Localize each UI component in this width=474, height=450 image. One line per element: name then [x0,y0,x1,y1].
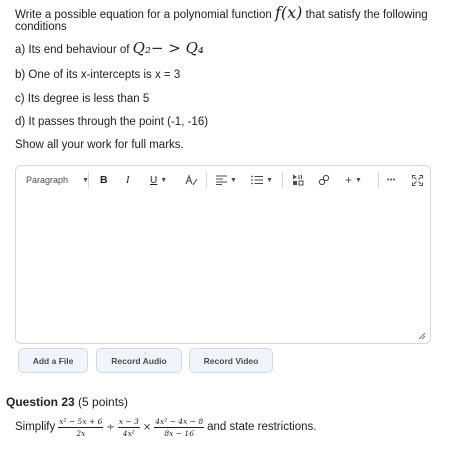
condition-a-text: a) Its end behaviour of [15,44,133,56]
bold-icon: B [100,174,108,186]
record-audio-button[interactable]: Record Audio [96,348,182,373]
fraction-1: x² − 5x + 6 2x [58,416,104,438]
question-intro: Write a possible equation for a polynomi… [15,3,465,22]
fraction-3-numerator: 4x² − 4x − 8 [154,416,205,428]
multiply-symbol: × [142,421,152,433]
simplify-label: Simplify [15,421,56,433]
divide-symbol: ÷ [106,421,115,433]
toolbar-divider [88,172,89,188]
toolbar-divider [206,172,207,188]
fullscreen-icon [412,174,423,186]
end-behaviour-math: Q₂− > Q₄ [132,39,204,57]
instruction-text: Show all your work for full marks. [15,139,184,151]
align-left-icon [216,175,227,185]
more-icon: ••• [387,176,396,184]
fraction-1-denominator: 2x [76,428,86,438]
insert-link-button[interactable] [318,173,330,187]
italic-button[interactable]: I [126,173,130,187]
fraction-3-denominator: 8x − 16 [164,428,194,438]
condition-a: a) Its end behaviour of Q₂− > Q₄ [15,41,204,57]
bold-button[interactable]: B [100,173,108,187]
condition-b: b) One of its x-intercepts is x = 3 [15,69,181,81]
record-video-button[interactable]: Record Video [189,348,273,373]
editor-toolbar: Paragraph ▼ B I U ▼ ▼ ▼ + ▼ ••• [16,166,430,195]
condition-c: c) Its degree is less than 5 [15,93,150,105]
bullet-list-icon [251,175,263,185]
editor-content-area[interactable] [16,195,430,343]
fullscreen-button[interactable] [412,173,423,187]
toolbar-divider [378,172,379,188]
chevron-down-icon: ▼ [160,176,168,184]
question-23-header: Question 23 (5 points) [6,395,128,409]
fraction-2: x − 3 4x² [117,416,140,438]
intro-text-after: that satisfy the following [302,9,428,21]
font-color-icon [185,174,198,186]
chevron-down-icon: ▼ [266,176,273,184]
italic-icon: I [126,174,130,186]
chevron-down-icon: ▼ [230,176,237,184]
fraction-2-denominator: 4x² [122,428,135,438]
underline-button[interactable]: U ▼ [150,173,167,187]
question-23-expression: Simplify x² − 5x + 6 2x ÷ x − 3 4x² × 4x… [15,413,316,441]
chevron-down-icon: ▼ [355,176,362,184]
paragraph-label: Paragraph [26,175,69,185]
link-icon [318,174,330,186]
media-icon [293,174,304,186]
fraction-3: 4x² − 4x − 8 8x − 16 [154,416,205,438]
plus-icon: + [345,173,353,187]
resize-handle-icon[interactable] [417,331,426,340]
question-23-title: Question 23 [6,395,75,409]
question-23-points: (5 points) [74,395,129,409]
rich-text-editor[interactable]: Paragraph ▼ B I U ▼ ▼ ▼ + ▼ ••• [15,165,431,344]
underline-icon: U [150,174,158,186]
insert-stuff-button[interactable]: + ▼ [345,173,362,187]
list-button[interactable]: ▼ [251,173,273,187]
insert-media-button[interactable] [292,173,304,187]
restrictions-text: and state restrictions. [207,421,317,433]
toolbar-divider [282,172,283,188]
font-color-button[interactable] [184,173,198,187]
condition-d: d) It passes through the point (-1, -16) [15,116,209,128]
paragraph-format-select[interactable]: Paragraph ▼ [26,173,89,187]
intro-line-2: conditions [15,21,67,33]
align-button[interactable]: ▼ [216,173,237,187]
fraction-1-numerator: x² − 5x + 6 [58,416,104,428]
more-actions-button[interactable]: ••• [387,173,396,187]
function-notation: f(x) [274,3,303,22]
fraction-2-numerator: x − 3 [117,416,140,428]
add-file-button[interactable]: Add a File [18,348,88,373]
